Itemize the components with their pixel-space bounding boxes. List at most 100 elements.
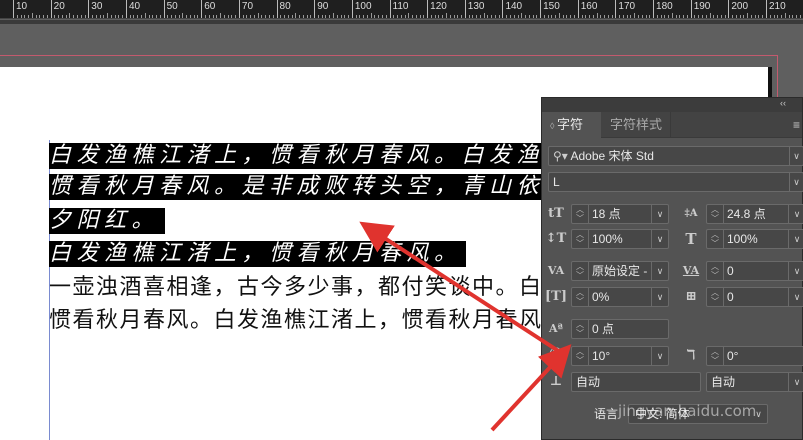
font-size-value[interactable]: 18 点 bbox=[592, 205, 621, 223]
chevron-down-icon[interactable]: ∨ bbox=[651, 262, 668, 280]
chevron-down-icon[interactable]: ∨ bbox=[651, 347, 668, 365]
stepper-icon[interactable]: ︿ ﹀ bbox=[572, 205, 589, 223]
rotation-value[interactable]: 0° bbox=[727, 347, 738, 365]
stepper-icon[interactable]: ︿ ﹀ bbox=[572, 320, 589, 338]
horizontal-scale-field[interactable]: ︿ ﹀ 100% ∨ bbox=[706, 229, 803, 249]
ruler-minor-tick bbox=[385, 15, 387, 18]
rotation-icon: ℸ bbox=[686, 348, 696, 363]
vertical-scale-field[interactable]: ︿ ﹀ 100% ∨ bbox=[571, 229, 669, 249]
tracking-value[interactable]: 0 bbox=[727, 262, 734, 280]
ruler-minor-tick bbox=[762, 15, 764, 18]
baseline-shift-field[interactable]: ︿ ﹀ 0 点 bbox=[571, 319, 669, 339]
rotation-field[interactable]: ︿ ﹀ 0° bbox=[706, 346, 803, 366]
ruler-minor-tick bbox=[393, 15, 395, 18]
ruler-minor-tick bbox=[634, 13, 636, 18]
font-size-icon: tT bbox=[548, 206, 564, 221]
language-value: 中文: 简体 bbox=[635, 407, 690, 421]
stepper-icon[interactable]: ︿ ﹀ bbox=[572, 347, 589, 365]
collapse-icon[interactable]: ‹‹ bbox=[780, 98, 786, 108]
ruler-minor-tick bbox=[370, 13, 372, 18]
tab-character[interactable]: ◊ 字符 bbox=[542, 112, 601, 138]
ruler-minor-tick bbox=[141, 15, 142, 18]
ruler-minor-tick bbox=[77, 15, 78, 18]
text-line-selected[interactable]: 惯看秋月春风。是非成败转头空，青山依 bbox=[49, 174, 545, 200]
stepper-icon[interactable]: ︿ ﹀ bbox=[707, 205, 724, 223]
chevron-down-icon[interactable]: ∨ bbox=[788, 230, 803, 248]
ruler-minor-tick bbox=[193, 15, 195, 18]
ruler-minor-tick bbox=[724, 15, 726, 18]
leading-field[interactable]: ︿ ﹀ 24.8 点 ∨ bbox=[706, 204, 803, 224]
font-size-field[interactable]: ︿ ﹀ 18 点 ∨ bbox=[571, 204, 669, 224]
ruler-minor-tick bbox=[246, 15, 248, 18]
language-select[interactable]: 中文: 简体 ∨ bbox=[628, 404, 768, 424]
horizontal-scale-value[interactable]: 100% bbox=[727, 230, 758, 248]
chevron-down-icon[interactable]: ∨ bbox=[788, 205, 803, 223]
ruler-minor-tick bbox=[133, 15, 135, 18]
stepper-icon[interactable]: ︿ ﹀ bbox=[707, 262, 724, 280]
kerning-value[interactable]: 原始设定 - bbox=[592, 262, 647, 280]
panel-titlebar[interactable]: ‹‹ bbox=[542, 98, 802, 112]
chevron-down-icon[interactable]: ∨ bbox=[651, 288, 668, 306]
tab-character-styles[interactable]: 字符样式 bbox=[602, 112, 672, 138]
ruler-minor-tick bbox=[39, 15, 41, 18]
ruler-minor-tick bbox=[449, 15, 451, 18]
aki-left-select[interactable]: 自动 bbox=[571, 372, 701, 392]
ruler-minor-tick bbox=[543, 15, 545, 18]
text-line[interactable]: 惯看秋月春风。白发渔樵江渚上，惯看秋月春风 bbox=[49, 308, 543, 334]
ruler-minor-tick bbox=[472, 15, 474, 18]
text-line-selected[interactable]: 白发渔樵江渚上，惯看秋月春风。 bbox=[49, 241, 466, 267]
ruler-minor-tick bbox=[269, 15, 271, 18]
ruler-minor-tick bbox=[363, 15, 365, 18]
baseline-shift-value[interactable]: 0 点 bbox=[592, 320, 614, 338]
tracking-field[interactable]: ︿ ﹀ 0 ∨ bbox=[706, 261, 803, 281]
stepper-icon[interactable]: ︿ ﹀ bbox=[707, 230, 724, 248]
ruler-minor-tick bbox=[709, 13, 711, 18]
ruler-minor-tick bbox=[329, 15, 331, 18]
ruler-minor-tick bbox=[735, 15, 737, 18]
chevron-down-icon[interactable]: ∨ bbox=[788, 262, 803, 280]
chevron-down-icon[interactable]: ∨ bbox=[651, 230, 668, 248]
ruler-minor-tick bbox=[291, 15, 293, 18]
grid-spacing-value[interactable]: 0 bbox=[727, 288, 734, 306]
ruler-minor-tick bbox=[129, 15, 131, 18]
ruler-minor-tick bbox=[167, 15, 169, 18]
chevron-down-icon[interactable]: ∨ bbox=[651, 205, 668, 223]
text-line[interactable]: 一壶浊酒喜相逢，古今多少事，都付笑谈中。白发 bbox=[49, 275, 566, 301]
ruler-minor-tick bbox=[65, 15, 67, 18]
stepper-icon[interactable]: ︿ ﹀ bbox=[707, 288, 724, 306]
panel-menu-icon[interactable]: ≡ bbox=[793, 118, 800, 132]
font-style-select[interactable]: L ∨ bbox=[548, 172, 803, 192]
ruler-minor-tick bbox=[626, 15, 628, 18]
skew-value[interactable]: 10° bbox=[592, 347, 610, 365]
chevron-down-icon[interactable]: ∨ bbox=[788, 288, 803, 306]
ruler-minor-tick bbox=[333, 13, 335, 18]
skew-field[interactable]: ︿ ﹀ 10° ∨ bbox=[571, 346, 669, 366]
horizontal-ruler[interactable]: 10 20 30 40 50 60 70 80 90 100 110 120 130 140 150 160 1… bbox=[0, 0, 803, 19]
ruler-minor-tick bbox=[641, 15, 643, 18]
stepper-icon[interactable]: ︿ ﹀ bbox=[572, 262, 589, 280]
chevron-down-icon[interactable]: ∨ bbox=[750, 405, 767, 423]
stepper-icon[interactable]: ︿ ﹀ bbox=[707, 347, 724, 365]
aki-right-select[interactable]: 自动 ∨ bbox=[706, 372, 803, 392]
ruler-minor-tick bbox=[197, 15, 199, 18]
tsume-value[interactable]: 0% bbox=[592, 288, 609, 306]
tsume-field[interactable]: ︿ ﹀ 0% ∨ bbox=[571, 287, 669, 307]
ruler-minor-tick bbox=[182, 13, 184, 18]
ruler-minor-tick bbox=[773, 15, 775, 18]
font-family-select[interactable]: ⚲▾ Adobe 宋体 Std ∨ bbox=[548, 146, 803, 166]
grid-spacing-field[interactable]: ︿ ﹀ 0 ∨ bbox=[706, 287, 803, 307]
ruler-minor-tick bbox=[483, 13, 485, 18]
kerning-field[interactable]: ︿ ﹀ 原始设定 - ∨ bbox=[571, 261, 669, 281]
stepper-icon[interactable]: ︿ ﹀ bbox=[572, 288, 589, 306]
ruler-minor-tick bbox=[287, 15, 289, 18]
stepper-icon[interactable]: ︿ ﹀ bbox=[572, 230, 589, 248]
chevron-down-icon[interactable]: ∨ bbox=[788, 373, 803, 391]
vertical-scale-value[interactable]: 100% bbox=[592, 230, 623, 248]
ruler-minor-tick bbox=[701, 15, 703, 18]
text-line-selected[interactable]: 白发渔樵江渚上，惯看秋月春风。白发渔 bbox=[49, 143, 545, 169]
chevron-down-icon[interactable]: ∨ bbox=[789, 173, 803, 191]
chevron-down-icon[interactable]: ∨ bbox=[789, 147, 803, 165]
ruler-minor-tick bbox=[562, 15, 564, 18]
leading-value[interactable]: 24.8 点 bbox=[727, 205, 766, 223]
text-line-selected[interactable]: 夕阳红。 bbox=[49, 208, 166, 234]
